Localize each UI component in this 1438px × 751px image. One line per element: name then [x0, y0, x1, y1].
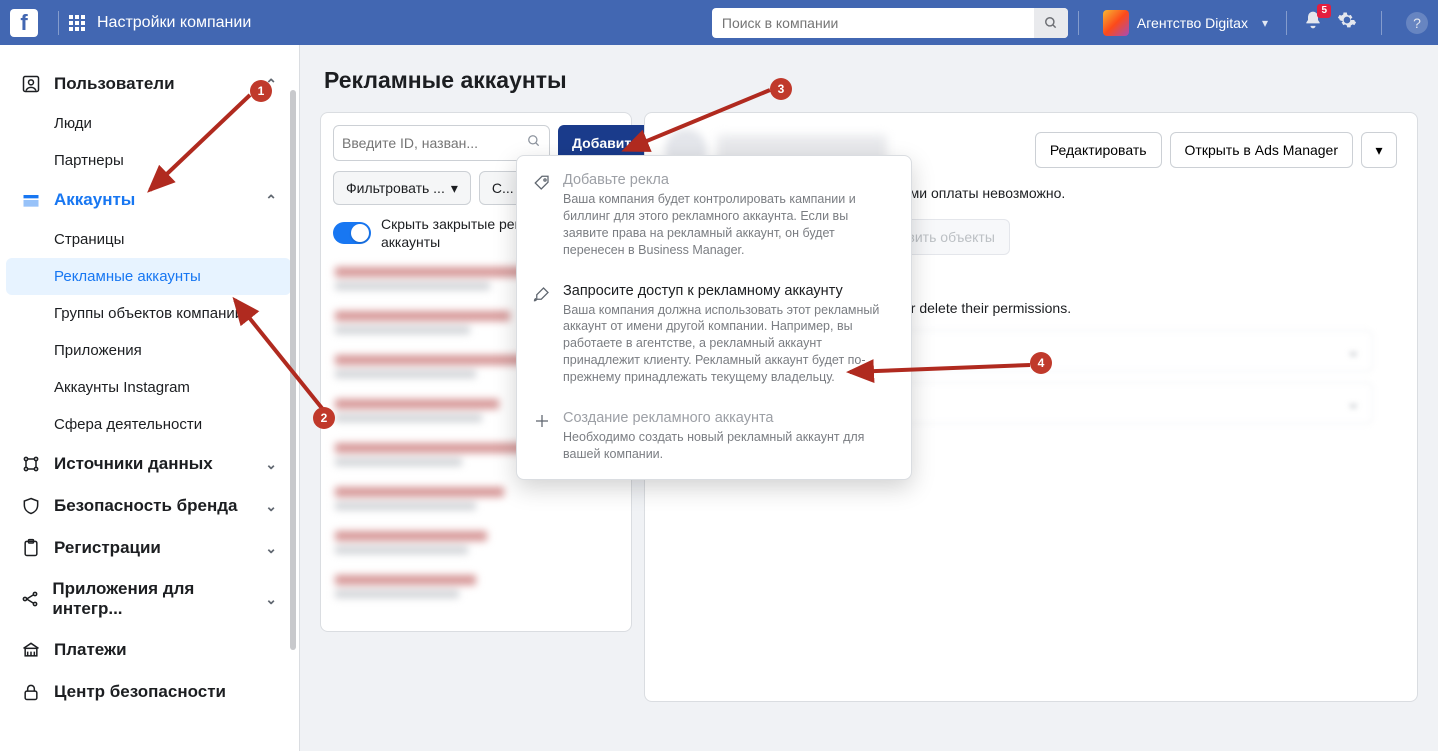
sidebar: Пользователи ⌃ Люди Партнеры Аккаунты ⌃ … [0, 45, 300, 751]
sidebar-item-business-line[interactable]: Сфера деятельности [6, 406, 291, 443]
global-search[interactable] [712, 8, 1068, 38]
filter-button[interactable]: Фильтровать ... ▾ [333, 171, 471, 205]
divider [58, 11, 59, 35]
datasources-icon [20, 453, 42, 475]
sidebar-item-payments[interactable]: Платежи [6, 629, 291, 671]
sort-button-label: С... [492, 180, 514, 196]
integrations-icon [20, 588, 40, 610]
search-icon [527, 134, 541, 153]
caret-down-icon: ▾ [451, 180, 458, 197]
sidebar-group-datasources-label: Источники данных [54, 454, 213, 474]
popover-item-create-account[interactable]: Создание рекламного аккаунта Необходимо … [517, 398, 911, 475]
sidebar-group-integrations[interactable]: Приложения для интегр... ⌄ [6, 569, 291, 629]
sidebar-item-payments-label: Платежи [54, 640, 127, 660]
popover-item-title: Создание рекламного аккаунта [563, 410, 895, 426]
settings-gear-icon[interactable] [1337, 10, 1357, 35]
divider [1078, 11, 1079, 35]
edit-button-label: Редактировать [1050, 142, 1147, 158]
sidebar-group-brand-safety[interactable]: Безопасность бренда ⌄ [6, 485, 291, 527]
sidebar-group-users[interactable]: Пользователи ⌃ [6, 63, 291, 105]
chevron-down-icon: ⌄ [265, 498, 277, 515]
sidebar-item-pages[interactable]: Страницы [6, 221, 291, 258]
accounts-search-input[interactable] [342, 135, 523, 151]
sidebar-group-accounts[interactable]: Аккаунты ⌃ [6, 179, 291, 221]
brush-icon [533, 283, 551, 386]
plus-icon [533, 410, 551, 463]
shield-icon [20, 495, 42, 517]
sidebar-item-apps[interactable]: Приложения [6, 332, 291, 369]
chevron-down-icon: ⌄ [265, 540, 277, 557]
lock-icon [20, 681, 42, 703]
sidebar-group-brand-safety-label: Безопасность бренда [54, 496, 238, 516]
chevron-down-icon: ⌄ [265, 456, 277, 473]
company-switcher[interactable]: Агентство Digitax [1103, 10, 1268, 36]
popover-item-title: Запросите доступ к рекламному аккаунту [563, 283, 895, 299]
sidebar-item-partners[interactable]: Партнеры [6, 142, 291, 179]
add-button-label: Добавить [572, 135, 640, 151]
chevron-up-icon: ⌃ [265, 192, 277, 209]
company-avatar-icon [1103, 10, 1129, 36]
divider [1381, 11, 1382, 35]
company-name: Агентство Digitax [1137, 15, 1248, 31]
clipboard-icon [20, 537, 42, 559]
sidebar-item-people[interactable]: Люди [6, 105, 291, 142]
chevron-down-icon: ⌄ [265, 591, 277, 608]
sidebar-group-integrations-label: Приложения для интегр... [52, 579, 253, 619]
sidebar-group-registrations[interactable]: Регистрации ⌄ [6, 527, 291, 569]
apps-grid-icon[interactable] [69, 15, 85, 31]
more-caret-button[interactable]: ▾ [1361, 132, 1397, 168]
popover-item-add-account[interactable]: Добавьте рекла Ваша компания будет контр… [517, 160, 911, 271]
notification-badge: 5 [1317, 4, 1331, 18]
global-search-input[interactable] [712, 15, 1034, 31]
chevron-down-icon: ⌄ [1347, 393, 1360, 413]
main-content: Рекламные аккаунты Добавить ▾ [300, 45, 1438, 751]
sidebar-group-accounts-label: Аккаунты [54, 190, 135, 210]
sidebar-item-object-groups[interactable]: Группы объектов компании [6, 295, 291, 332]
caret-down-icon: ▾ [1375, 142, 1382, 159]
add-dropdown-popover: Добавьте рекла Ваша компания будет контр… [516, 155, 912, 480]
scrollbar-thumb[interactable] [290, 90, 296, 650]
edit-button[interactable]: Редактировать [1035, 132, 1162, 168]
notifications-bell-icon[interactable]: 5 [1303, 10, 1323, 35]
sidebar-item-security-center[interactable]: Центр безопасности [6, 671, 291, 713]
payments-icon [20, 639, 42, 661]
popover-item-title: Добавьте рекла [563, 172, 895, 188]
sidebar-item-ad-accounts[interactable]: Рекламные аккаунты [6, 258, 291, 295]
chevron-up-icon: ⌃ [265, 76, 277, 93]
accounts-list-panel: Добавить ▾ Фильтровать ... ▾ С... Скрыть [320, 112, 632, 632]
sidebar-group-datasources[interactable]: Источники данных ⌄ [6, 443, 291, 485]
sidebar-item-instagram[interactable]: Аккаунты Instagram [6, 369, 291, 406]
open-button-label: Открыть в Ads Manager [1185, 142, 1338, 158]
facebook-logo-icon[interactable]: f [10, 9, 38, 37]
topbar: f Настройки компании Агентство Digitax 5… [0, 0, 1438, 45]
popover-item-desc: Ваша компания будет контролировать кампа… [563, 191, 895, 259]
hide-closed-toggle[interactable] [333, 222, 371, 244]
search-button-icon[interactable] [1034, 8, 1068, 38]
popover-item-request-access[interactable]: Запросите доступ к рекламному аккаунту В… [517, 271, 911, 398]
sidebar-group-users-label: Пользователи [54, 74, 175, 94]
accounts-search-input-wrap[interactable] [333, 125, 550, 161]
sidebar-item-security-center-label: Центр безопасности [54, 682, 226, 702]
popover-item-desc: Необходимо создать новый рекламный аккау… [563, 429, 895, 463]
page-title: Рекламные аккаунты [320, 67, 1418, 94]
sidebar-group-registrations-label: Регистрации [54, 538, 161, 558]
topbar-title: Настройки компании [97, 14, 251, 32]
divider [1286, 11, 1287, 35]
open-ads-manager-button[interactable]: Открыть в Ads Manager [1170, 132, 1353, 168]
help-icon[interactable]: ? [1406, 12, 1428, 34]
tag-icon [533, 172, 551, 259]
accounts-icon [20, 189, 42, 211]
filter-button-label: Фильтровать ... [346, 180, 445, 196]
popover-item-desc: Ваша компания должна использовать этот р… [563, 302, 895, 386]
users-icon [20, 73, 42, 95]
chevron-down-icon: ⌄ [1347, 341, 1360, 361]
